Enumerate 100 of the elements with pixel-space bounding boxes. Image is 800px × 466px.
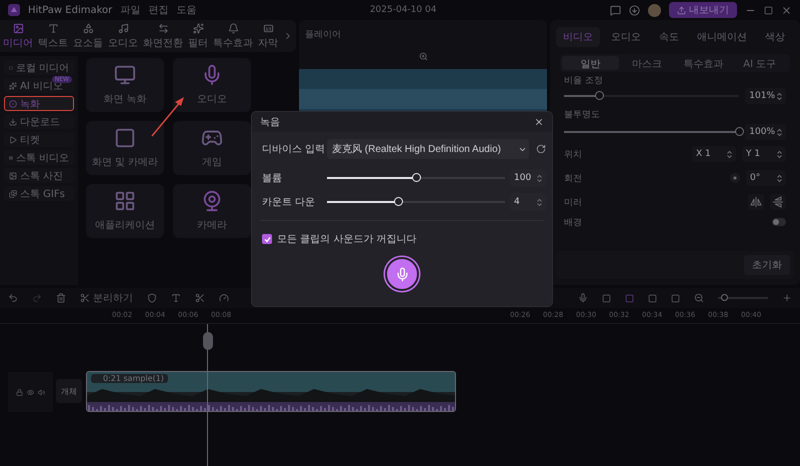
media-tab[interactable]: 미디어 (3, 22, 33, 50)
text-icon[interactable] (171, 293, 181, 303)
reset-button[interactable]: 초기화 (744, 255, 790, 275)
number-field[interactable]: 0° (746, 170, 786, 186)
media-tab[interactable]: 필터 (188, 22, 208, 50)
video-clip[interactable]: 0:21 sample(1) (86, 371, 456, 412)
stepper-icon[interactable] (777, 92, 782, 100)
flip-vertical-icon[interactable] (770, 194, 786, 210)
media-tab[interactable]: 텍스트 (38, 22, 68, 50)
annotation-arrow (150, 96, 186, 138)
property-tab[interactable]: 오디오 (604, 27, 648, 47)
record-button[interactable] (385, 257, 419, 291)
sidebar-item[interactable]: 녹화 (4, 96, 74, 111)
field-label: 볼륨 (262, 172, 283, 185)
number-field[interactable]: X 1 (692, 146, 736, 162)
zoom-out-icon[interactable] (694, 293, 704, 303)
panel-title: 플레이어 (305, 28, 341, 40)
undo-icon[interactable] (8, 293, 18, 303)
stepper-icon[interactable] (777, 128, 782, 136)
zoom-slider-thumb[interactable] (720, 294, 728, 301)
number-field[interactable]: 100% (745, 124, 786, 140)
number-field[interactable]: 101% (745, 88, 786, 104)
media-tab[interactable]: 화면전환 (143, 22, 183, 50)
number-field[interactable]: Y 1 (742, 146, 786, 162)
toggle-switch[interactable] (772, 218, 786, 226)
property-tab[interactable]: 애니메이션 (690, 27, 754, 47)
slider-thumb[interactable] (735, 127, 744, 136)
track-label: 개체 (56, 379, 82, 403)
eye-icon[interactable] (27, 388, 34, 396)
stepper-icon[interactable] (777, 150, 782, 158)
stepper-icon[interactable] (727, 150, 732, 158)
zoom-in-icon[interactable] (782, 293, 792, 303)
speaker-icon[interactable] (38, 388, 45, 396)
device-dropdown[interactable]: 麦克风 (Realtek High Definition Audio) (327, 139, 529, 159)
property-tab[interactable]: 색상 (758, 27, 792, 47)
menu-item[interactable]: 편집 (148, 3, 168, 17)
playhead-handle[interactable] (201, 332, 215, 350)
microphone-icon[interactable] (578, 293, 588, 303)
media-tab[interactable]: 오디오 (108, 22, 138, 50)
field-label: 디바이스 입력 (262, 143, 322, 156)
picture-icon (12, 22, 24, 34)
menu-item[interactable]: 도움 (176, 3, 196, 17)
sparkle-icon (192, 22, 204, 34)
lock-icon[interactable] (16, 388, 23, 396)
checkbox[interactable] (262, 234, 272, 244)
record-option-card[interactable]: 애플리케이션 (86, 184, 164, 238)
record-option-card[interactable]: 오디오 (173, 58, 251, 112)
film-icon (9, 154, 13, 162)
sub-tab[interactable]: AI 도구 (732, 56, 788, 70)
media-tab[interactable]: 특수효과 (213, 22, 253, 50)
field-label: 회전 (564, 172, 582, 184)
dialog-title: 녹음 (260, 116, 280, 129)
media-tab[interactable]: 요소들 (73, 22, 103, 50)
music-note-icon (118, 22, 128, 34)
speed-icon[interactable] (219, 293, 229, 303)
slider-thumb[interactable] (595, 91, 604, 100)
shield-icon[interactable] (147, 293, 157, 303)
field-label: 불투명도 (564, 108, 600, 120)
download-icon[interactable] (629, 4, 640, 16)
stepper-icon[interactable] (777, 174, 782, 182)
app-logo-icon (8, 4, 20, 16)
sub-tab[interactable]: 일반 (562, 56, 618, 70)
flip-horizontal-icon[interactable] (748, 194, 764, 210)
field-label: 위치 (564, 148, 582, 160)
field-label: 비율 조정 (564, 74, 603, 86)
menu-item[interactable]: 파일 (120, 3, 140, 17)
stepper-icon[interactable] (537, 198, 542, 206)
field-label: 카운트 다운 (262, 196, 316, 209)
trash-icon[interactable] (56, 293, 66, 303)
sub-tab[interactable]: 마스크 (618, 56, 675, 70)
stepper-icon[interactable] (537, 174, 542, 182)
arrows-icon (158, 22, 168, 34)
sparkle-icon (9, 82, 17, 90)
media-tab[interactable]: 자막 (258, 22, 278, 50)
feedback-icon[interactable] (610, 4, 622, 16)
record-option-card[interactable]: 화면 및 카메라 (86, 121, 164, 175)
picture-icon (9, 172, 17, 180)
record-option-card[interactable]: 카메라 (173, 184, 251, 238)
close-icon[interactable] (534, 117, 544, 127)
upload-icon (677, 6, 686, 14)
zoom-icon[interactable] (418, 52, 428, 61)
split-button[interactable]: 분리하기 (80, 291, 133, 305)
webcam-icon (201, 190, 223, 212)
scissors-icon[interactable] (195, 293, 205, 303)
bell-icon (228, 22, 238, 34)
property-tab[interactable]: 속도 (652, 27, 686, 47)
folder-icon (9, 64, 13, 72)
property-tab[interactable]: 비디오 (556, 27, 600, 47)
date-text: 2025-04-10 04 (370, 5, 436, 15)
record-option-card[interactable]: 게임 (173, 121, 251, 175)
export-button[interactable]: 내보내기 (669, 2, 738, 18)
app-grid-icon (114, 190, 136, 212)
scissors-icon (80, 293, 90, 303)
sub-tab[interactable]: 특수효과 (675, 56, 732, 70)
avatar[interactable] (648, 4, 662, 16)
refresh-icon[interactable] (536, 144, 546, 154)
images-icon (9, 190, 17, 198)
rotation-dial-icon[interactable] (730, 173, 740, 183)
maximize-icon[interactable] (764, 6, 774, 14)
record-option-card[interactable]: 화면 녹화 (86, 58, 164, 112)
